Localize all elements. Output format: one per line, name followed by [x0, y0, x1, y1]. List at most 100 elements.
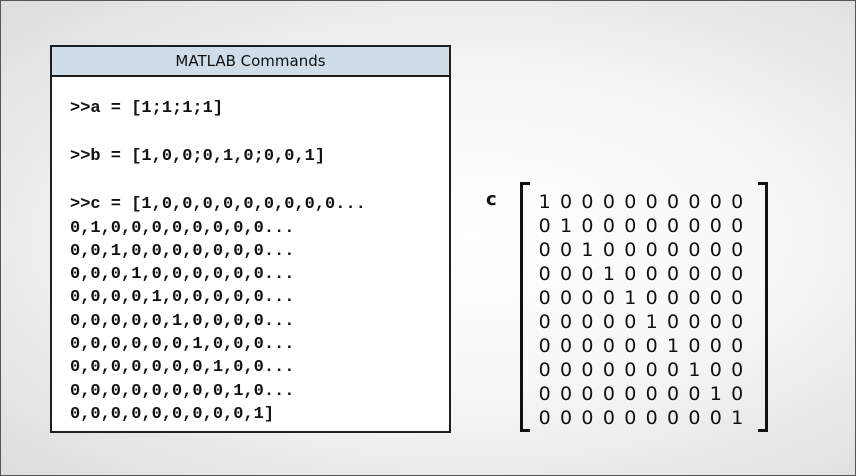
matrix-cell: 0 — [645, 263, 658, 285]
matrix-cell: 0 — [602, 359, 615, 381]
matrix-cell: 0 — [666, 215, 680, 237]
matrix-cell: 0 — [709, 263, 722, 285]
matrix-cell: 0 — [731, 287, 744, 309]
matrix-cell: 0 — [560, 287, 573, 309]
matrix-row: 0000001000 — [534, 334, 748, 358]
matrix-cell: 0 — [645, 335, 658, 357]
command-line: 0,0,0,0,0,0,0,0,0,1] — [70, 405, 275, 424]
matrix-display: 1000000000010000000000100000000001000000… — [520, 182, 768, 432]
matrix-cell: 0 — [731, 311, 744, 333]
matrix-cell: 0 — [560, 191, 573, 213]
matrix-cell: 0 — [731, 359, 744, 381]
matrix-cell: 0 — [624, 311, 637, 333]
matrix-cell: 0 — [645, 359, 658, 381]
matrix-cell: 1 — [731, 407, 744, 429]
matrix-cell: 0 — [666, 263, 680, 285]
matrix-row: 0000000100 — [534, 358, 748, 382]
matrix-row: 0000100000 — [534, 286, 748, 310]
matrix-cell: 1 — [538, 191, 551, 213]
matrix-cell: 0 — [624, 335, 637, 357]
matrix-cell: 0 — [560, 311, 573, 333]
matrix-cell: 0 — [709, 407, 722, 429]
matrix-cell: 0 — [560, 239, 573, 261]
matrix-cell: 0 — [731, 239, 744, 261]
matrix-cell: 0 — [709, 215, 722, 237]
matrix-cell: 0 — [581, 335, 594, 357]
matrix-cell: 0 — [645, 215, 658, 237]
matrix-row: 0000000001 — [534, 406, 748, 430]
matrix-cell: 0 — [538, 407, 551, 429]
matrix-cell: 0 — [602, 383, 615, 405]
right-bracket — [758, 182, 768, 432]
matrix-cell: 0 — [688, 407, 701, 429]
panel-title: MATLAB Commands — [52, 47, 449, 77]
matrix-cell: 0 — [602, 215, 615, 237]
matrix-cell: 0 — [560, 383, 573, 405]
matrix-cell: 0 — [624, 407, 637, 429]
matrix-cell: 0 — [538, 287, 551, 309]
matrix-cell: 0 — [645, 191, 658, 213]
matrix-cell: 0 — [624, 191, 637, 213]
left-bracket — [520, 182, 530, 432]
matrix-cell: 0 — [688, 311, 701, 333]
matrix-cell: 0 — [666, 359, 680, 381]
matrix-row: 0000000010 — [534, 382, 748, 406]
matrix-cell: 0 — [709, 359, 722, 381]
matrix-cell: 0 — [560, 263, 573, 285]
command-line: 0,0,0,0,0,0,1,0,0,0... — [70, 335, 295, 354]
matrix-cell: 0 — [624, 263, 637, 285]
matrix-cell: 1 — [624, 287, 637, 309]
matrix-cell: 0 — [645, 287, 658, 309]
matrix-cell: 0 — [688, 239, 701, 261]
matrix-cell: 1 — [688, 359, 701, 381]
matrix-row: 0100000000 — [534, 214, 748, 238]
command-line: 0,0,0,1,0,0,0,0,0,0... — [70, 265, 295, 284]
matrix-cell: 0 — [581, 287, 594, 309]
matrix-cell: 0 — [602, 335, 615, 357]
matrix-cell: 0 — [666, 407, 680, 429]
matrix-cell: 0 — [709, 287, 722, 309]
matlab-commands-panel: MATLAB Commands >>a = [1;1;1;1] >>b = [1… — [50, 45, 451, 433]
matrix-cell: 0 — [731, 335, 744, 357]
matrix-cell: 0 — [581, 215, 594, 237]
matrix-cell: 0 — [602, 287, 615, 309]
command-line: 0,0,0,0,0,1,0,0,0,0... — [70, 312, 295, 331]
matrix-cell: 0 — [538, 263, 551, 285]
command-line: >>c = [1,0,0,0,0,0,0,0,0,0... — [70, 195, 366, 214]
matrix-cell: 0 — [602, 191, 615, 213]
command-line: >>a = [1;1;1;1] — [70, 99, 224, 118]
commands-body: >>a = [1;1;1;1] >>b = [1,0,0;0,1,0;0,0,1… — [52, 77, 449, 433]
matrix-cell: 0 — [560, 335, 573, 357]
matrix-cell: 0 — [688, 383, 701, 405]
matrix-cell: 0 — [538, 311, 551, 333]
matrix-cell: 0 — [581, 359, 594, 381]
matrix-cell: 0 — [645, 383, 658, 405]
command-line: 0,0,0,0,0,0,0,0,1,0... — [70, 382, 295, 401]
matrix-cell: 0 — [581, 191, 594, 213]
matrix-cell: 0 — [581, 383, 594, 405]
matrix-cell: 0 — [602, 407, 615, 429]
matrix-cell: 0 — [709, 311, 722, 333]
matrix-cell: 0 — [538, 335, 551, 357]
matrix-cell: 1 — [560, 215, 573, 237]
command-line: 0,0,0,0,1,0,0,0,0,0... — [70, 288, 295, 307]
matrix-cell: 0 — [624, 215, 637, 237]
command-line: 0,0,1,0,0,0,0,0,0,0... — [70, 242, 295, 261]
matrix-cell: 0 — [666, 191, 680, 213]
matrix-cell: 0 — [688, 191, 701, 213]
matrix-cell: 0 — [688, 335, 701, 357]
matrix-cell: 0 — [560, 359, 573, 381]
matrix-cell: 0 — [709, 335, 722, 357]
matrix-cell: 0 — [538, 239, 551, 261]
matrix-cell: 0 — [731, 263, 744, 285]
matrix-cell: 0 — [688, 215, 701, 237]
matrix-cell: 1 — [709, 383, 722, 405]
matrix-cell: 0 — [666, 287, 680, 309]
command-line: >>b = [1,0,0;0,1,0;0,0,1] — [70, 147, 326, 166]
matrix-cell: 0 — [645, 239, 658, 261]
matrix-grid: 1000000000010000000000100000000001000000… — [534, 190, 748, 430]
matrix-cell: 0 — [624, 359, 637, 381]
matrix-cell: 0 — [581, 263, 594, 285]
matrix-cell: 1 — [645, 311, 658, 333]
matrix-cell: 0 — [709, 239, 722, 261]
